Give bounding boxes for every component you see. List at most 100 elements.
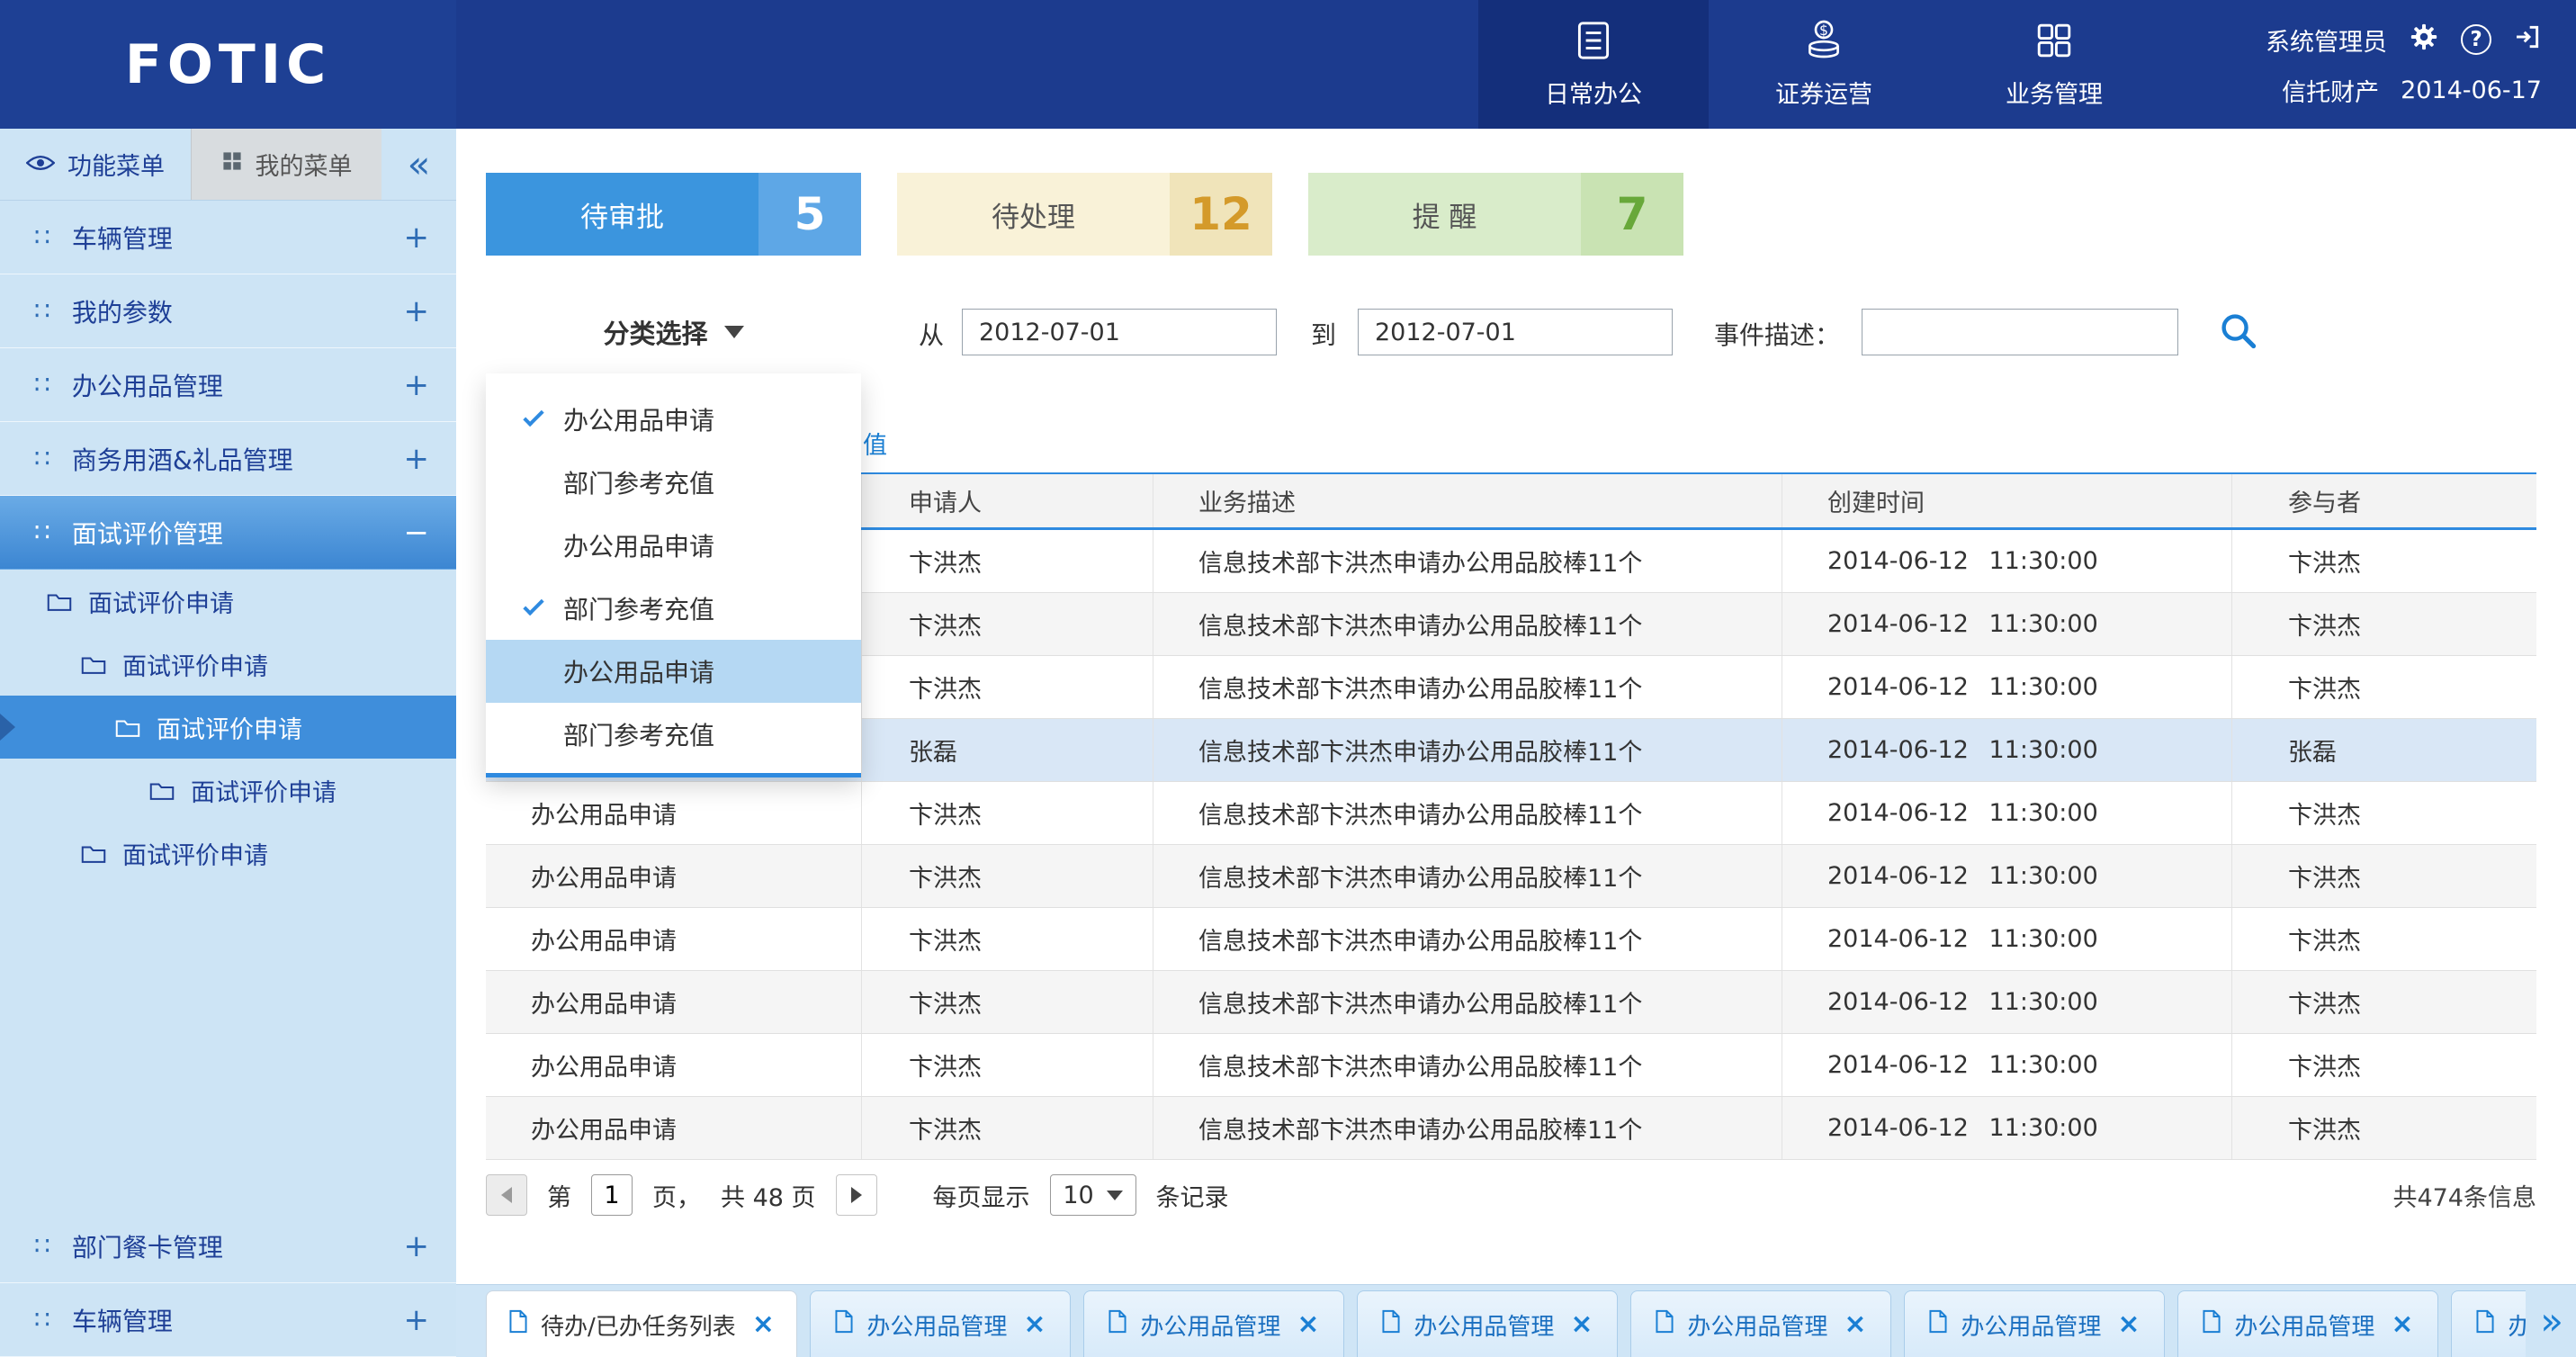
subitem-label: 面试评价申请: [122, 836, 268, 871]
expander-icon[interactable]: +: [404, 293, 430, 329]
status-cards: 待审批 5 待处理 12 提 醒 7: [486, 173, 1683, 256]
cell-type: 办公用品申请: [486, 1097, 861, 1159]
bottom-tab[interactable]: 办公用品管理 ×: [1904, 1290, 2165, 1357]
logout-icon[interactable]: [2513, 22, 2542, 58]
dropdown-list: 办公用品申请 部门参考充值 办公用品申请 部门参考充值 办公用品申请 部门参考充…: [486, 388, 861, 766]
expander-icon[interactable]: +: [404, 367, 430, 403]
card-count-badge: 5: [758, 173, 861, 256]
close-icon[interactable]: ×: [2117, 1311, 2140, 1338]
table-row[interactable]: 办公用品申请 卞洪杰 信息技术部卞洪杰申请办公用品胶棒11个 2014-06-1…: [486, 845, 2536, 908]
per-page-select[interactable]: 10: [1050, 1174, 1136, 1216]
dropdown-option[interactable]: 办公用品申请: [486, 514, 861, 577]
date-to-input[interactable]: [1358, 309, 1673, 355]
sidebar-subitem[interactable]: 面试评价申请: [0, 633, 456, 696]
expander-icon[interactable]: +: [404, 220, 430, 256]
bottom-tab[interactable]: 办公用品管理 ×: [2451, 1290, 2526, 1357]
close-icon[interactable]: ×: [1023, 1311, 1046, 1338]
category-select[interactable]: 分类选择: [486, 305, 861, 359]
page-number-input[interactable]: [591, 1174, 633, 1216]
sidebar-menu-item[interactable]: ∷ 部门餐卡管理 +: [0, 1209, 456, 1283]
sidebar-menu-item[interactable]: ∷ 面试评价管理 −: [0, 496, 456, 570]
cell-type: 办公用品申请: [486, 908, 861, 970]
cell-created: 2014-06-12 11:30:00: [1782, 845, 2231, 907]
cell-applicant: 卞洪杰: [861, 782, 1153, 844]
bottom-tab[interactable]: 待办/已办任务列表 ×: [486, 1290, 797, 1357]
sidebar-subitem[interactable]: 面试评价申请: [0, 696, 456, 759]
cell-applicant: 卞洪杰: [861, 530, 1153, 592]
cell-participant: 卞洪杰: [2231, 908, 2536, 970]
sidebar-subitem[interactable]: 面试评价申请: [0, 570, 456, 633]
expander-icon[interactable]: −: [404, 515, 430, 551]
card-reminder[interactable]: 提 醒 7: [1308, 173, 1683, 256]
tab-function-menu[interactable]: 功能菜单: [0, 129, 191, 200]
table-row[interactable]: 办公用品申请 卞洪杰 信息技术部卞洪杰申请办公用品胶棒11个 2014-06-1…: [486, 908, 2536, 971]
expander-icon[interactable]: +: [404, 1228, 430, 1264]
bottom-tab-label: 办公用品管理: [866, 1308, 1007, 1342]
card-pending-approval[interactable]: 待审批 5: [486, 173, 861, 256]
close-icon[interactable]: ×: [752, 1311, 775, 1338]
sidebar-menu-item[interactable]: ∷ 我的参数 +: [0, 274, 456, 348]
menu-item-label: 面试评价管理: [72, 515, 404, 551]
sidebar-subitem[interactable]: 面试评价申请: [0, 822, 456, 885]
cell-created: 2014-06-12 11:30:00: [1782, 593, 2231, 655]
nav-label: 证券运营: [1775, 75, 1872, 110]
sidebar-menu-item[interactable]: ∷ 车辆管理 +: [0, 1283, 456, 1357]
bottom-tab[interactable]: 办公用品管理 ×: [810, 1290, 1071, 1357]
table-row[interactable]: 办公用品申请 卞洪杰 信息技术部卞洪杰申请办公用品胶棒11个 2014-06-1…: [486, 1034, 2536, 1097]
table-row[interactable]: 办公用品申请 卞洪杰 信息技术部卞洪杰申请办公用品胶棒11个 2014-06-1…: [486, 782, 2536, 845]
dropdown-option[interactable]: 部门参考充值: [486, 703, 861, 766]
tabs-overflow-button[interactable]: »: [2540, 1299, 2563, 1344]
dropdown-option[interactable]: 部门参考充值: [486, 451, 861, 514]
sidebar-menu-item[interactable]: ∷ 车辆管理 +: [0, 201, 456, 274]
clipped-link-text[interactable]: 值: [863, 426, 887, 461]
nav-securities[interactable]: $ 证券运营: [1709, 0, 1939, 129]
event-desc-input[interactable]: [1862, 309, 2178, 355]
tab-label: 功能菜单: [67, 147, 165, 182]
card-label: 提 醒: [1308, 173, 1581, 256]
cell-created: 2014-06-12 11:30:00: [1782, 530, 2231, 592]
document-icon: [834, 1309, 854, 1340]
date-from-input[interactable]: [962, 309, 1277, 355]
menu-bullet-icon: ∷: [34, 1234, 50, 1259]
close-icon[interactable]: ×: [2391, 1311, 2413, 1338]
sidebar-subitem[interactable]: 面试评价申请: [0, 759, 456, 822]
next-page-button[interactable]: [836, 1174, 877, 1216]
card-pending-process[interactable]: 待处理 12: [897, 173, 1272, 256]
bottom-tab[interactable]: 办公用品管理 ×: [1083, 1290, 1344, 1357]
dropdown-option[interactable]: 部门参考充值: [486, 577, 861, 640]
bottom-tab-label: 办公用品管理: [1140, 1308, 1280, 1342]
gear-icon[interactable]: [2409, 22, 2439, 58]
menu-bullet-icon: ∷: [34, 446, 50, 472]
bottom-tab[interactable]: 办公用品管理 ×: [2177, 1290, 2438, 1357]
bottom-tab[interactable]: 办公用品管理 ×: [1630, 1290, 1891, 1357]
cell-participant: 卞洪杰: [2231, 656, 2536, 718]
app-grid-icon: [2033, 19, 2076, 66]
document-icon: [1381, 1309, 1401, 1340]
dropdown-option[interactable]: 办公用品申请: [486, 388, 861, 451]
cell-applicant: 卞洪杰: [861, 845, 1153, 907]
nav-business-mgmt[interactable]: 业务管理: [1939, 0, 2169, 129]
close-icon[interactable]: ×: [1570, 1311, 1593, 1338]
prev-page-button[interactable]: [486, 1174, 527, 1216]
bottom-tab[interactable]: 办公用品管理 ×: [1357, 1290, 1618, 1357]
expander-icon[interactable]: +: [404, 441, 430, 477]
cell-type: 办公用品申请: [486, 1034, 861, 1096]
table-row[interactable]: 办公用品申请 卞洪杰 信息技术部卞洪杰申请办公用品胶棒11个 2014-06-1…: [486, 971, 2536, 1034]
sidebar-menu-item[interactable]: ∷ 商务用酒&礼品管理 +: [0, 422, 456, 496]
cell-participant: 卞洪杰: [2231, 971, 2536, 1033]
search-icon[interactable]: [2218, 310, 2257, 354]
dropdown-option[interactable]: 办公用品申请: [486, 640, 861, 703]
close-icon[interactable]: ×: [1844, 1311, 1866, 1338]
table-row[interactable]: 办公用品申请 卞洪杰 信息技术部卞洪杰申请办公用品胶棒11个 2014-06-1…: [486, 1097, 2536, 1160]
menu-bullet-icon: ∷: [34, 299, 50, 324]
help-icon[interactable]: ?: [2461, 24, 2491, 55]
tab-my-menu[interactable]: 我的菜单: [191, 129, 381, 200]
close-icon[interactable]: ×: [1297, 1311, 1319, 1338]
sidebar-menu-item[interactable]: ∷ 办公用品管理 +: [0, 348, 456, 422]
card-label: 待审批: [486, 173, 758, 256]
sidebar-collapse-button[interactable]: «: [381, 129, 456, 200]
expander-icon[interactable]: +: [404, 1302, 430, 1338]
header-created: 创建时间: [1782, 474, 2231, 527]
nav-daily-office[interactable]: 日常办公: [1478, 0, 1709, 129]
cell-participant: 卞洪杰: [2231, 1034, 2536, 1096]
